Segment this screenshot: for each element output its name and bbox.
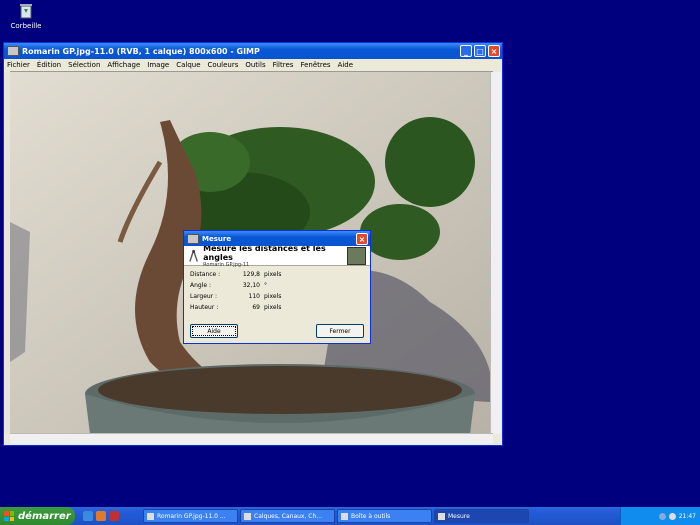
menu-selection[interactable]: Sélection <box>68 61 100 69</box>
gimp-menubar: Fichier Édition Sélection Affichage Imag… <box>4 59 502 71</box>
width-unit: pixels <box>264 293 282 300</box>
start-label: démarrer <box>18 510 71 522</box>
media-icon[interactable] <box>109 511 119 521</box>
vertical-scrollbar[interactable] <box>490 72 501 434</box>
height-label: Hauteur : <box>190 304 219 311</box>
task-label: Mesure <box>448 512 470 520</box>
width-value: 110 <box>248 293 260 300</box>
angle-row: Angle : 32,10 ° <box>190 280 364 291</box>
compass-icon <box>189 249 198 262</box>
menu-edition[interactable]: Édition <box>37 61 61 69</box>
windows-flag-icon <box>4 511 14 521</box>
image-thumbnail <box>347 246 367 265</box>
menu-couleurs[interactable]: Couleurs <box>208 61 239 69</box>
close-dialog-button[interactable]: Fermer <box>316 324 364 338</box>
width-label: Largeur : <box>190 293 218 300</box>
recycle-bin-icon <box>17 2 35 20</box>
task-measure[interactable]: Mesure <box>434 509 529 523</box>
angle-value: 32,10 <box>242 282 260 289</box>
measure-subheading: Romarin GP.jpg-11 <box>203 261 250 268</box>
menu-outils[interactable]: Outils <box>245 61 265 69</box>
start-button[interactable]: démarrer <box>0 507 75 525</box>
task-gimp-image[interactable]: Romarin GP.jpg-11.0 ... <box>143 509 238 523</box>
gimp-window-icon <box>7 46 19 56</box>
angle-unit: ° <box>264 282 267 289</box>
quick-launch <box>83 511 143 521</box>
task-label: Romarin GP.jpg-11.0 ... <box>157 512 226 520</box>
maximize-button[interactable]: □ <box>474 45 486 57</box>
menu-fenetres[interactable]: Fenêtres <box>300 61 330 69</box>
distance-row: Distance : 129,8 pixels <box>190 269 364 280</box>
volume-icon[interactable] <box>668 512 676 520</box>
menu-calque[interactable]: Calque <box>176 61 200 69</box>
gimp-task-icon <box>147 512 154 520</box>
task-label: Boîte à outils <box>351 512 391 520</box>
gimp-window-title: Romarin GP.jpg-11.0 (RVB, 1 calque) 800x… <box>22 46 260 56</box>
measure-task-icon <box>438 512 445 520</box>
height-unit: pixels <box>264 304 282 311</box>
height-row: Hauteur : 69 pixels <box>190 302 364 313</box>
measure-window-icon <box>187 233 199 244</box>
measure-results: Distance : 129,8 pixels Angle : 32,10 ° … <box>184 266 370 316</box>
toolbox-task-icon <box>341 512 348 520</box>
task-toolbox[interactable]: Boîte à outils <box>337 509 432 523</box>
clock[interactable]: 21:47 <box>679 513 696 520</box>
menu-fichier[interactable]: Fichier <box>7 61 30 69</box>
menu-aide[interactable]: Aide <box>338 61 353 69</box>
system-tray: 21:47 <box>620 507 700 525</box>
help-button[interactable]: Aide <box>190 324 238 338</box>
distance-value: 129,8 <box>242 271 260 278</box>
distance-label: Distance : <box>190 271 221 278</box>
firefox-icon[interactable] <box>96 511 106 521</box>
horizontal-scrollbar[interactable] <box>10 433 493 444</box>
height-value: 69 <box>252 304 260 311</box>
menu-affichage[interactable]: Affichage <box>107 61 140 69</box>
measure-dialog: Mesure × Mesure les distances et les ang… <box>183 230 371 344</box>
gimp-titlebar[interactable]: Romarin GP.jpg-11.0 (RVB, 1 calque) 800x… <box>4 43 502 59</box>
menu-image[interactable]: Image <box>147 61 169 69</box>
recycle-bin-label: Corbeille <box>10 22 42 30</box>
taskbar: démarrer Romarin GP.jpg-11.0 ... Calques… <box>0 507 700 525</box>
task-label: Calques, Canaux, Ch... <box>254 512 323 520</box>
menu-filtres[interactable]: Filtres <box>273 61 294 69</box>
distance-unit: pixels <box>264 271 282 278</box>
network-icon[interactable] <box>658 512 666 520</box>
task-list: Romarin GP.jpg-11.0 ... Calques, Canaux,… <box>143 509 529 523</box>
show-desktop-icon[interactable] <box>83 511 93 521</box>
task-layers[interactable]: Calques, Canaux, Ch... <box>240 509 335 523</box>
measure-title: Mesure <box>202 234 232 243</box>
measure-titlebar[interactable]: Mesure × <box>184 231 370 246</box>
minimize-button[interactable]: _ <box>460 45 472 57</box>
measure-heading: Mesure les distances et les angles <box>203 243 326 262</box>
angle-label: Angle : <box>190 282 212 289</box>
close-button[interactable]: × <box>488 45 500 57</box>
width-row: Largeur : 110 pixels <box>190 291 364 302</box>
layers-task-icon <box>244 512 251 520</box>
measure-close-button[interactable]: × <box>356 233 368 245</box>
measure-header: Mesure les distances et les angles Romar… <box>184 243 370 268</box>
recycle-bin-desktop-icon[interactable]: Corbeille <box>8 2 44 30</box>
